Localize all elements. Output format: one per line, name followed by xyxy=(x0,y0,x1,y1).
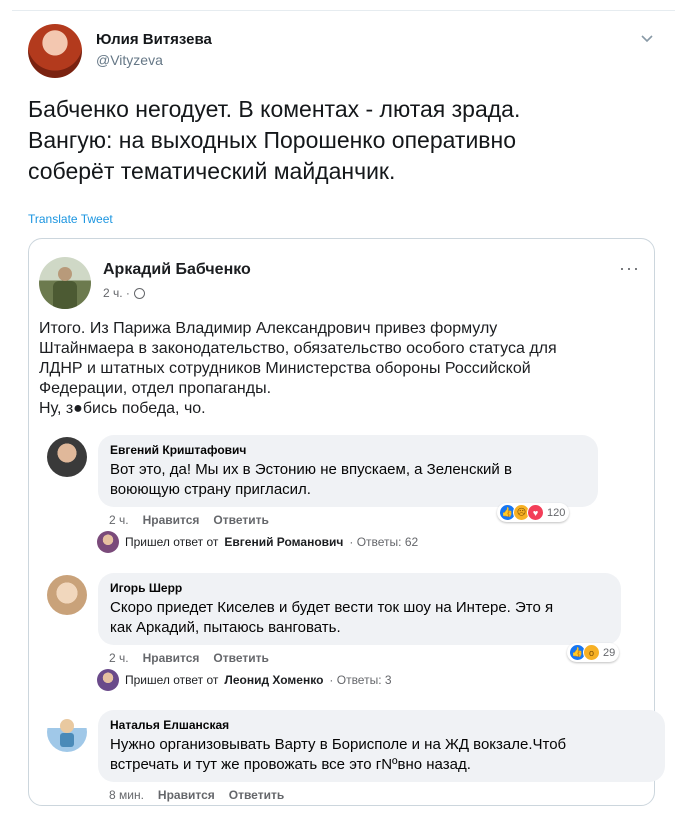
reply-summary: Пришел ответ от Евгений Романович · Отве… xyxy=(97,531,418,553)
fb-post-text: Итого. Из Парижа Владимир Александрович … xyxy=(39,319,639,419)
fb-post-line: Штайнмаера в законодательство, обязатель… xyxy=(39,340,557,357)
commenter-name: Игорь Шерр xyxy=(110,581,183,595)
more-dots-icon: ··· xyxy=(619,258,640,278)
reply-name: Евгений Романович xyxy=(224,535,344,549)
reply-prefix: Пришел ответ от xyxy=(125,673,219,687)
comment-bubble: Евгений Криштафович Вот это, да! Мы их в… xyxy=(98,435,598,507)
translate-tweet-link[interactable]: Translate Tweet xyxy=(28,212,113,226)
reaction-count: 120 xyxy=(547,506,566,519)
comment-line: Нужно организовывать Варту в Борисполе и… xyxy=(110,736,567,753)
comment-actions: 2 ч. Нравится Ответить xyxy=(109,651,269,665)
reply-count: · Ответы: 62 xyxy=(349,535,419,549)
comment-time: 8 мин. xyxy=(109,788,144,802)
tweet-text: Бабченко негодует. В коментах - лютая зр… xyxy=(28,94,668,187)
fb-post-line: Ну, з●бись победа, чо. xyxy=(39,400,206,417)
comment-line: Скоро приедет Киселев и будет вести ток … xyxy=(110,599,554,616)
commenter-name: Наталья Елшанская xyxy=(110,718,230,732)
tweet-text-line: Вангую: на выходных Порошенко оперативно xyxy=(28,127,517,153)
reaction-summary: 👍 o 29 xyxy=(567,643,620,662)
commenter-name: Евгений Криштафович xyxy=(110,443,247,457)
fb-post-line: ЛДНР и штатных сотрудников Министерства … xyxy=(39,360,531,377)
commenter-avatar xyxy=(47,712,87,752)
reaction-count: 29 xyxy=(603,646,616,659)
tweet-text-line: соберёт тематический майданчик. xyxy=(28,158,396,184)
reply-button: Ответить xyxy=(228,788,285,802)
comment-bubble: Наталья Елшанская Нужно организовывать В… xyxy=(98,710,665,782)
chevron-down-icon[interactable] xyxy=(639,30,655,46)
author-avatar[interactable] xyxy=(28,24,82,78)
comment-line: воюющую страну пригласил. xyxy=(110,481,311,498)
reply-count: · Ответы: 3 xyxy=(329,673,392,687)
tweet-author-handle[interactable]: @Vityzeva xyxy=(96,52,163,68)
tweet-author-name[interactable]: Юлия Витязева xyxy=(96,31,212,48)
reply-summary: Пришел ответ от Леонид Хоменко · Ответы:… xyxy=(97,669,392,691)
reply-avatar xyxy=(97,531,119,553)
reply-avatar xyxy=(97,669,119,691)
fb-post-time: 2 ч. · xyxy=(103,286,130,300)
globe-icon xyxy=(133,287,145,299)
tweet-text-line: Бабченко негодует. В коментах - лютая зр… xyxy=(28,96,521,122)
commenter-avatar xyxy=(47,437,87,477)
comment-actions: 8 мин. Нравится Ответить xyxy=(109,788,284,802)
reply-name: Леонид Хоменко xyxy=(224,673,324,687)
embedded-facebook-screenshot: Аркадий Бабченко 2 ч. · ··· Итого. Из Па… xyxy=(28,238,665,806)
cartoon-avatar-icon xyxy=(60,719,74,747)
comment-line: как Аркадий, пытаюсь ванговать. xyxy=(110,619,341,636)
fb-author-avatar xyxy=(39,257,91,309)
fb-post-line: Федерации, отдел пропаганды. xyxy=(39,380,272,397)
comment-time: 2 ч. xyxy=(109,513,129,527)
fb-post-meta: 2 ч. · xyxy=(103,286,145,300)
fb-author-name: Аркадий Бабченко xyxy=(103,261,251,278)
top-divider xyxy=(12,10,675,11)
reply-button: Ответить xyxy=(213,651,269,665)
like-button: Нравится xyxy=(157,788,215,802)
comment-bubble: Игорь Шерр Скоро приедет Киселев и будет… xyxy=(98,573,621,645)
reaction-summary: 👍 ☹ ♥ 120 xyxy=(497,503,570,522)
like-button: Нравится xyxy=(142,651,200,665)
like-button: Нравится xyxy=(142,513,200,527)
reply-prefix: Пришел ответ от xyxy=(125,535,219,549)
commenter-avatar xyxy=(47,575,87,615)
comment-line: встречать и тут же провожать все это гNº… xyxy=(110,756,471,773)
comment-actions: 2 ч. Нравится Ответить xyxy=(109,513,269,527)
fb-post-line: Итого. Из Парижа Владимир Александрович … xyxy=(39,320,498,337)
comment-time: 2 ч. xyxy=(109,651,129,665)
love-reaction-icon: ♥ xyxy=(527,504,544,521)
wow-reaction-icon: o xyxy=(583,644,600,661)
reply-button: Ответить xyxy=(213,513,269,527)
comment-line: Вот это, да! Мы их в Эстонию не впускаем… xyxy=(110,461,512,478)
